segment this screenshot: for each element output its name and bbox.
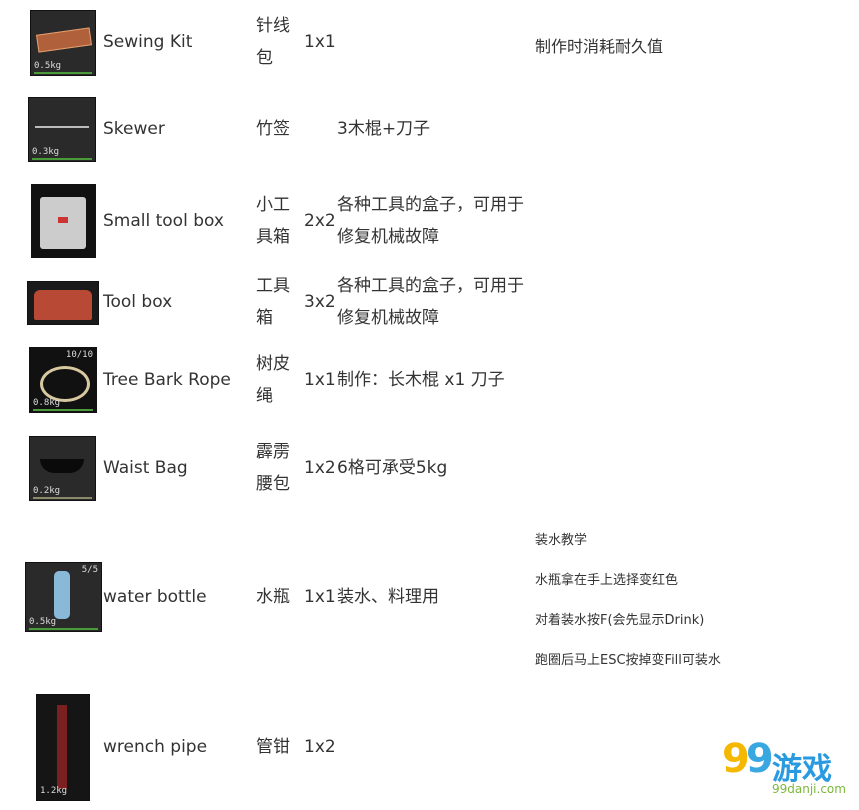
logo-sub: 99danji.com (772, 782, 846, 796)
item-name: water bottle (103, 587, 207, 607)
tool-box-image (27, 281, 99, 325)
item-desc: 6格可承受5kg (337, 458, 448, 478)
item-note: 跑圈后马上ESC按掉变Fill可装水 (535, 653, 721, 668)
item-desc: 各种工具的盒子，可用于修复机械故障 (337, 276, 524, 328)
weight-label: 0.8kg (33, 398, 61, 408)
item-note: 装水教学 (535, 533, 588, 548)
item-size: 3x2 (304, 292, 336, 312)
item-cn-name: 小工具箱 (256, 195, 290, 247)
item-desc: 制作：长木棍 x1 刀子 (337, 370, 505, 390)
water-bottle-image: 5/5 0.5kg (25, 562, 102, 632)
item-size: 1x2 (304, 458, 336, 478)
item-cn-name: 针线包 (256, 16, 290, 68)
item-name: Small tool box (103, 211, 224, 231)
item-desc: 各种工具的盒子，可用于修复机械故障 (337, 195, 524, 247)
weight-label: 0.3kg (32, 147, 60, 157)
item-cn-name: 霹雳腰包 (256, 442, 290, 494)
count-label: 5/5 (81, 565, 98, 575)
item-desc: 3木棍+刀子 (337, 119, 431, 139)
count-label: 10/10 (65, 350, 93, 360)
weight-label: 1.2kg (40, 786, 68, 796)
item-note: 水瓶拿在手上选择变红色 (535, 573, 679, 588)
item-cn-name: 树皮绳 (256, 354, 290, 406)
item-size: 1x2 (304, 737, 336, 757)
item-note: 制作时消耗耐久值 (535, 37, 664, 56)
weight-label: 0.5kg (29, 617, 57, 627)
small-tool-box-image (31, 184, 96, 258)
weight-label: 0.2kg (33, 486, 61, 496)
item-size: 1x1 (304, 370, 336, 390)
item-name: Skewer (103, 119, 165, 139)
wrench-pipe-image: 1.2kg (36, 694, 90, 801)
item-name: wrench pipe (103, 737, 208, 757)
item-note: 对着装水按F(会先显示Drink) (535, 613, 705, 628)
item-desc: 装水、料理用 (337, 587, 439, 607)
item-size: 2x2 (304, 211, 336, 231)
item-cn-name: 管钳 (256, 737, 290, 757)
logo-digits: 99 (722, 736, 774, 782)
sewing-kit-image: 0.5kg (30, 10, 96, 76)
item-size: 1x1 (304, 32, 336, 52)
weight-label: 0.5kg (34, 61, 62, 71)
item-cn-name: 工具箱 (256, 276, 290, 328)
item-name: Waist Bag (103, 458, 188, 478)
item-cn-name: 竹签 (256, 119, 290, 139)
skewer-image: 0.3kg (28, 97, 96, 162)
waist-bag-image: 0.2kg (29, 436, 96, 501)
site-logo: 99 游戏 99danji.com (722, 736, 852, 804)
item-name: Sewing Kit (103, 32, 193, 52)
tree-bark-rope-image: 10/10 0.8kg (29, 347, 97, 413)
item-name: Tree Bark Rope (103, 370, 231, 390)
item-name: Tool box (103, 292, 173, 312)
item-size: 1x1 (304, 587, 336, 607)
item-cn-name: 水瓶 (256, 587, 290, 607)
